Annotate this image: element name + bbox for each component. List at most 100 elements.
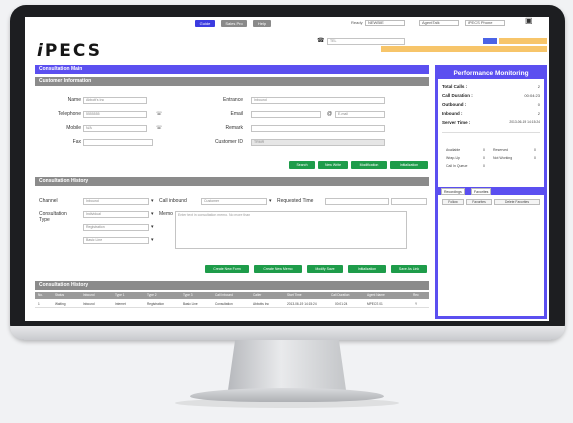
remark-field[interactable]: [251, 125, 385, 132]
mobile-call-icon[interactable]: ☏: [156, 125, 162, 131]
follow-button[interactable]: Follow: [442, 199, 464, 205]
email-domain-field[interactable]: E-mail: [335, 111, 385, 118]
requested-date-field[interactable]: [325, 198, 389, 205]
status-reserved-label: Reserved: [493, 148, 508, 152]
sales-pro-button[interactable]: Sales Pro: [221, 20, 247, 27]
agent-dropdown[interactable]: AgentTalk: [419, 20, 459, 26]
mobile-field[interactable]: N/A: [83, 125, 147, 132]
requested-time-field[interactable]: [391, 198, 427, 205]
col-type-2: Type 2: [147, 293, 157, 297]
telephone-field[interactable]: 5555555: [83, 111, 147, 118]
performance-title: Performance Monitoring: [438, 68, 544, 79]
modification-button[interactable]: Modification: [351, 161, 387, 169]
type-select-2[interactable]: Registration: [83, 224, 149, 231]
save-as-link-button[interactable]: Save As Link: [391, 265, 427, 273]
type-1-chevron-icon[interactable]: ▾: [151, 211, 154, 218]
stat-value: 0: [537, 102, 540, 107]
col-call-duration: Call Duration: [331, 293, 350, 297]
memo-textarea[interactable]: Enter text in consultation memo. No more…: [175, 211, 407, 249]
type-select-3[interactable]: Basic Line: [83, 237, 149, 244]
stat-value: 2: [537, 111, 540, 116]
stat-label: Server Time :: [442, 120, 471, 125]
fax-field[interactable]: [83, 139, 153, 146]
status-available-label: Available: [446, 148, 461, 152]
channel-chevron-icon[interactable]: ▾: [151, 198, 154, 205]
status-wrapup-count: 0: [483, 156, 485, 160]
stat-label: Outbound :: [442, 102, 467, 107]
status-queue-label: Call In Queue: [446, 164, 468, 168]
call-number-input[interactable]: TEL: [327, 38, 405, 45]
status-not-working-count: 0: [534, 156, 536, 160]
col-type-3: Type 3: [183, 293, 193, 297]
stat-value: 2013-06-19 14:15:24: [509, 120, 540, 124]
monitor-stand-base: [190, 388, 384, 402]
customer-id-field: TRMR: [251, 139, 385, 146]
favorites-button[interactable]: Favorites: [466, 199, 492, 205]
channel-label: Channel: [39, 198, 58, 204]
create-new-memo-button[interactable]: Create New Memo: [254, 265, 302, 273]
consultation-type-label: Consultation Type: [39, 211, 67, 223]
status-available-count: 0: [483, 148, 485, 152]
performance-panel: Performance Monitoring Total Calls : 2 C…: [435, 65, 547, 319]
customer-id-label: Customer ID: [214, 139, 243, 145]
consultation-history-header: Consultation History: [35, 177, 429, 186]
ready-label: Ready: [351, 20, 363, 25]
entrance-field[interactable]: Inbound: [251, 97, 385, 104]
history-table-header: No. Status Inbound Type 1 Type 2 Type 3 …: [35, 292, 429, 299]
entrance-label: Entrance: [222, 97, 243, 103]
phone-icon[interactable]: ☎: [317, 38, 324, 44]
call-inbound-select[interactable]: Customer: [201, 198, 267, 205]
monitor-stand-neck: [228, 340, 346, 390]
name-label: Name: [67, 97, 81, 103]
search-button[interactable]: Search: [289, 161, 315, 169]
stat-value: 2: [537, 84, 540, 89]
dial-button[interactable]: [483, 38, 497, 44]
status-not-working-label: Not Working: [493, 156, 513, 160]
ready-dropdown[interactable]: NEWBIE: [365, 20, 405, 26]
tab-recordings[interactable]: Recordings: [441, 188, 465, 195]
create-new-form-button[interactable]: Create New Form: [205, 265, 249, 273]
type-3-chevron-icon[interactable]: ▾: [151, 237, 154, 244]
col-inbound: Inbound: [83, 293, 95, 297]
action-strip-bottom[interactable]: [381, 46, 547, 52]
col-caller: Caller: [253, 293, 262, 297]
type-select-1[interactable]: Individual: [83, 211, 149, 218]
stat-label: Total Calls :: [442, 84, 468, 89]
action-strip-top[interactable]: [499, 38, 547, 44]
account-dropdown[interactable]: iPECS Phone: [465, 20, 505, 26]
guide-button[interactable]: Guide: [195, 20, 215, 27]
modify-save-button[interactable]: Modify Save: [307, 265, 343, 273]
email-label: Email: [230, 111, 243, 117]
help-button[interactable]: Help: [253, 20, 271, 27]
mobile-label: Mobile: [66, 125, 81, 131]
monitor-icon[interactable]: ▣: [525, 17, 533, 25]
phone-call-icon[interactable]: ☏: [156, 111, 162, 117]
app-screen: Guide Sales Pro Help Ready NEWBIE AgentT…: [25, 17, 549, 321]
history-initialization-button[interactable]: Initialization: [348, 265, 386, 273]
table-row[interactable]: 1 Waiting Inbound Internet Registration …: [35, 300, 429, 308]
stat-label: Call Duration :: [442, 93, 473, 98]
history-table-title: Consultation History: [35, 281, 429, 290]
tab-favorites[interactable]: Favorites: [471, 188, 492, 195]
name-field[interactable]: Abbott's Inc: [83, 97, 147, 104]
col-status: Status: [55, 293, 65, 297]
col-agent-name: Agent Name: [367, 293, 385, 297]
requested-time-label: Requested Time: [277, 198, 314, 204]
divider: [442, 132, 540, 133]
initialization-button[interactable]: Initialization: [390, 161, 428, 169]
col-type-1: Type 1: [115, 293, 125, 297]
col-no: No.: [38, 293, 43, 297]
email-field[interactable]: [251, 111, 321, 118]
new-write-button[interactable]: New Write: [318, 161, 348, 169]
col-call-inbound: Call Inbound: [215, 293, 233, 297]
monitor-chin: [10, 326, 565, 340]
call-inbound-chevron-icon[interactable]: ▾: [269, 198, 272, 205]
channel-select[interactable]: Inbound: [83, 198, 149, 205]
fax-label: Fax: [72, 139, 81, 145]
delete-favorites-button[interactable]: Delete Favorites: [494, 199, 540, 205]
type-2-chevron-icon[interactable]: ▾: [151, 224, 154, 231]
stat-value: 00:04:23: [524, 93, 540, 98]
col-start-time: Start Time: [287, 293, 302, 297]
status-queue-count: 0: [483, 164, 485, 168]
status-reserved-count: 0: [534, 148, 536, 152]
